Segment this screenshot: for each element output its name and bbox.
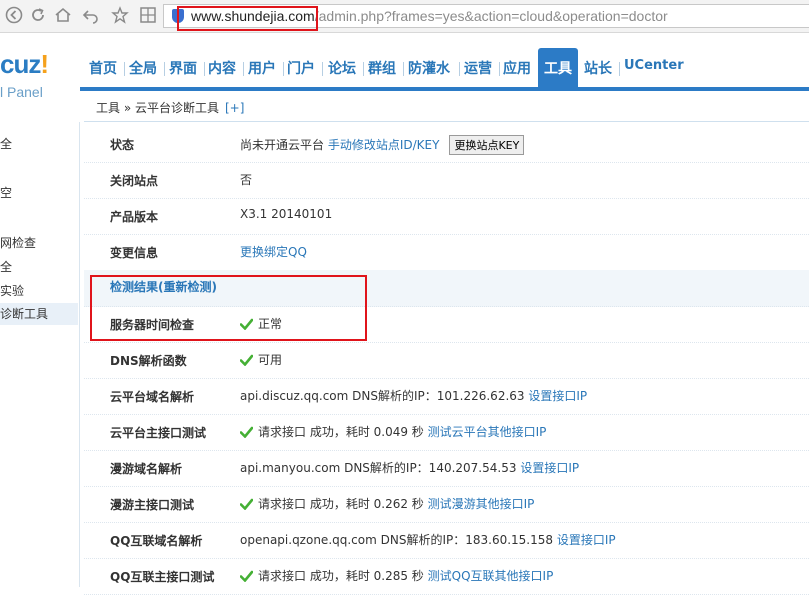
dns-value: 可用 <box>258 353 283 367</box>
breadcrumb-rule <box>84 121 809 122</box>
table-row: 云平台域名解析 api.discuz.qq.com DNS解析的IP：101.2… <box>84 378 809 415</box>
change-site-key-button[interactable]: 更换站点KEY <box>449 135 525 155</box>
nav-tools-active[interactable]: 工具 <box>538 48 578 88</box>
sidebar-item-active[interactable]: 诊断工具 <box>0 303 78 325</box>
qq-api-label: QQ互联主接口测试 <box>110 570 215 584</box>
home-icon[interactable] <box>53 6 73 26</box>
star-icon[interactable] <box>110 6 130 26</box>
refresh-icon[interactable] <box>28 6 48 26</box>
nav-portal[interactable]: 门户 <box>287 58 315 78</box>
cloud-api-label: 云平台主接口测试 <box>110 426 207 440</box>
check-icon <box>240 498 253 510</box>
sidebar-item-0[interactable]: 全 <box>0 133 78 155</box>
sidebar-item-1[interactable] <box>0 157 78 179</box>
browser-toolbar: www.shundejia.com/admin.php?frames=yes&a… <box>0 0 809 33</box>
logo-bang: ! <box>40 49 49 79</box>
result-highlight-box <box>90 275 367 341</box>
table-row: QQ互联域名解析 openapi.qzone.qq.com DNS解析的IP：1… <box>84 522 809 559</box>
nav-forum[interactable]: 论坛 <box>328 58 356 78</box>
table-row: 云平台主接口测试 请求接口 成功，耗时 0.049 秒 测试云平台其他接口IP <box>84 414 809 451</box>
sidebar-item-3[interactable] <box>0 206 78 228</box>
nav-webmaster[interactable]: 站长 <box>584 58 612 78</box>
sidebar: 全 空 网检查 全 实验 诊断工具 <box>0 122 80 587</box>
dns-label: DNS解析函数 <box>110 354 187 368</box>
table-row: 漫游主接口测试 请求接口 成功，耗时 0.262 秒 测试漫游其他接口IP <box>84 486 809 523</box>
version-value: X3.1 20140101 <box>240 207 333 221</box>
check-icon <box>240 570 253 582</box>
status-value: 尚未开通云平台 手动修改站点ID/KEY 更换站点KEY <box>240 135 525 155</box>
nav-operations[interactable]: 运营 <box>464 58 492 78</box>
rebind-qq-link[interactable]: 更换绑定QQ <box>240 243 307 260</box>
nav-groups[interactable]: 群组 <box>368 58 396 78</box>
cloud-api-test-link[interactable]: 测试云平台其他接口IP <box>428 425 547 439</box>
qq-dns-value: openapi.qzone.qq.com DNS解析的IP：183.60.15.… <box>240 533 554 547</box>
url-highlight-box <box>177 6 318 31</box>
nav-interface[interactable]: 界面 <box>169 58 197 78</box>
cloud-dns-value: api.discuz.qq.com DNS解析的IP：101.226.62.63 <box>240 389 525 403</box>
check-icon <box>240 354 253 366</box>
cloud-dns-label: 云平台域名解析 <box>110 390 195 404</box>
header-rule <box>80 87 809 91</box>
sidebar-item-2[interactable]: 空 <box>0 182 78 204</box>
version-label: 产品版本 <box>110 210 159 224</box>
closed-label: 关闭站点 <box>110 174 159 188</box>
nav-ucenter[interactable]: UCenter <box>624 58 684 73</box>
undo-icon[interactable] <box>81 6 101 26</box>
url-path: /admin.php?frames=yes&action=cloud&opera… <box>314 8 668 24</box>
check-icon <box>240 426 253 438</box>
logo-text: cuz <box>0 49 41 79</box>
breadcrumb: 工具 » 云平台诊断工具 [+] <box>96 99 244 116</box>
manyou-dns-label: 漫游域名解析 <box>110 462 183 476</box>
breadcrumb-expand[interactable]: [+] <box>225 101 244 115</box>
manyou-api-value: 请求接口 成功，耗时 0.262 秒 <box>258 497 424 511</box>
sidebar-item-4[interactable]: 网检查 <box>0 232 78 254</box>
qq-api-test-link[interactable]: 测试QQ互联其他接口IP <box>428 569 554 583</box>
edit-site-key-link[interactable]: 手动修改站点ID/KEY <box>328 138 440 152</box>
grid-icon[interactable] <box>138 6 158 26</box>
manyou-dns-set-ip-link[interactable]: 设置接口IP <box>520 461 579 475</box>
table-row: DNS解析函数 可用 <box>84 342 809 379</box>
status-label: 状态 <box>110 138 135 152</box>
closed-value: 否 <box>240 173 253 187</box>
nav-tools-label: 工具 <box>544 61 572 77</box>
sidebar-divider <box>79 122 80 587</box>
qq-dns-set-ip-link[interactable]: 设置接口IP <box>557 533 616 547</box>
manyou-api-label: 漫游主接口测试 <box>110 498 195 512</box>
table-row: 漫游域名解析 api.manyou.com DNS解析的IP：140.207.5… <box>84 450 809 487</box>
manyou-dns-value: api.manyou.com DNS解析的IP：140.207.54.53 <box>240 461 517 475</box>
sidebar-item-6[interactable]: 实验 <box>0 280 78 302</box>
nav-global[interactable]: 全局 <box>129 58 157 78</box>
nav-content[interactable]: 内容 <box>208 58 236 78</box>
control-panel-subtitle: l Panel <box>0 84 43 100</box>
table-row: 产品版本 X3.1 20140101 <box>84 198 809 235</box>
table-row: 变更信息 更换绑定QQ <box>84 234 809 271</box>
change-label: 变更信息 <box>110 246 159 260</box>
cloud-dns-set-ip-link[interactable]: 设置接口IP <box>528 389 587 403</box>
nav-users[interactable]: 用户 <box>248 58 276 78</box>
back-icon[interactable] <box>4 6 24 26</box>
nav-anti-spam[interactable]: 防灌水 <box>408 58 450 78</box>
breadcrumb-text: 工具 » 云平台诊断工具 <box>96 101 219 115</box>
qq-api-value: 请求接口 成功，耗时 0.285 秒 <box>258 569 424 583</box>
cloud-api-value: 请求接口 成功，耗时 0.049 秒 <box>258 425 424 439</box>
table-row: 状态 尚未开通云平台 手动修改站点ID/KEY 更换站点KEY <box>84 126 809 163</box>
manyou-api-test-link[interactable]: 测试漫游其他接口IP <box>428 497 535 511</box>
discuz-logo: cuz! <box>0 49 49 80</box>
nav-apps[interactable]: 应用 <box>503 58 531 78</box>
table-row: 关闭站点 否 <box>84 162 809 199</box>
nav-home[interactable]: 首页 <box>89 58 117 78</box>
sidebar-item-5[interactable]: 全 <box>0 256 78 278</box>
qq-dns-label: QQ互联域名解析 <box>110 534 203 548</box>
table-row: QQ互联主接口测试 请求接口 成功，耗时 0.285 秒 测试QQ互联其他接口I… <box>84 558 809 595</box>
